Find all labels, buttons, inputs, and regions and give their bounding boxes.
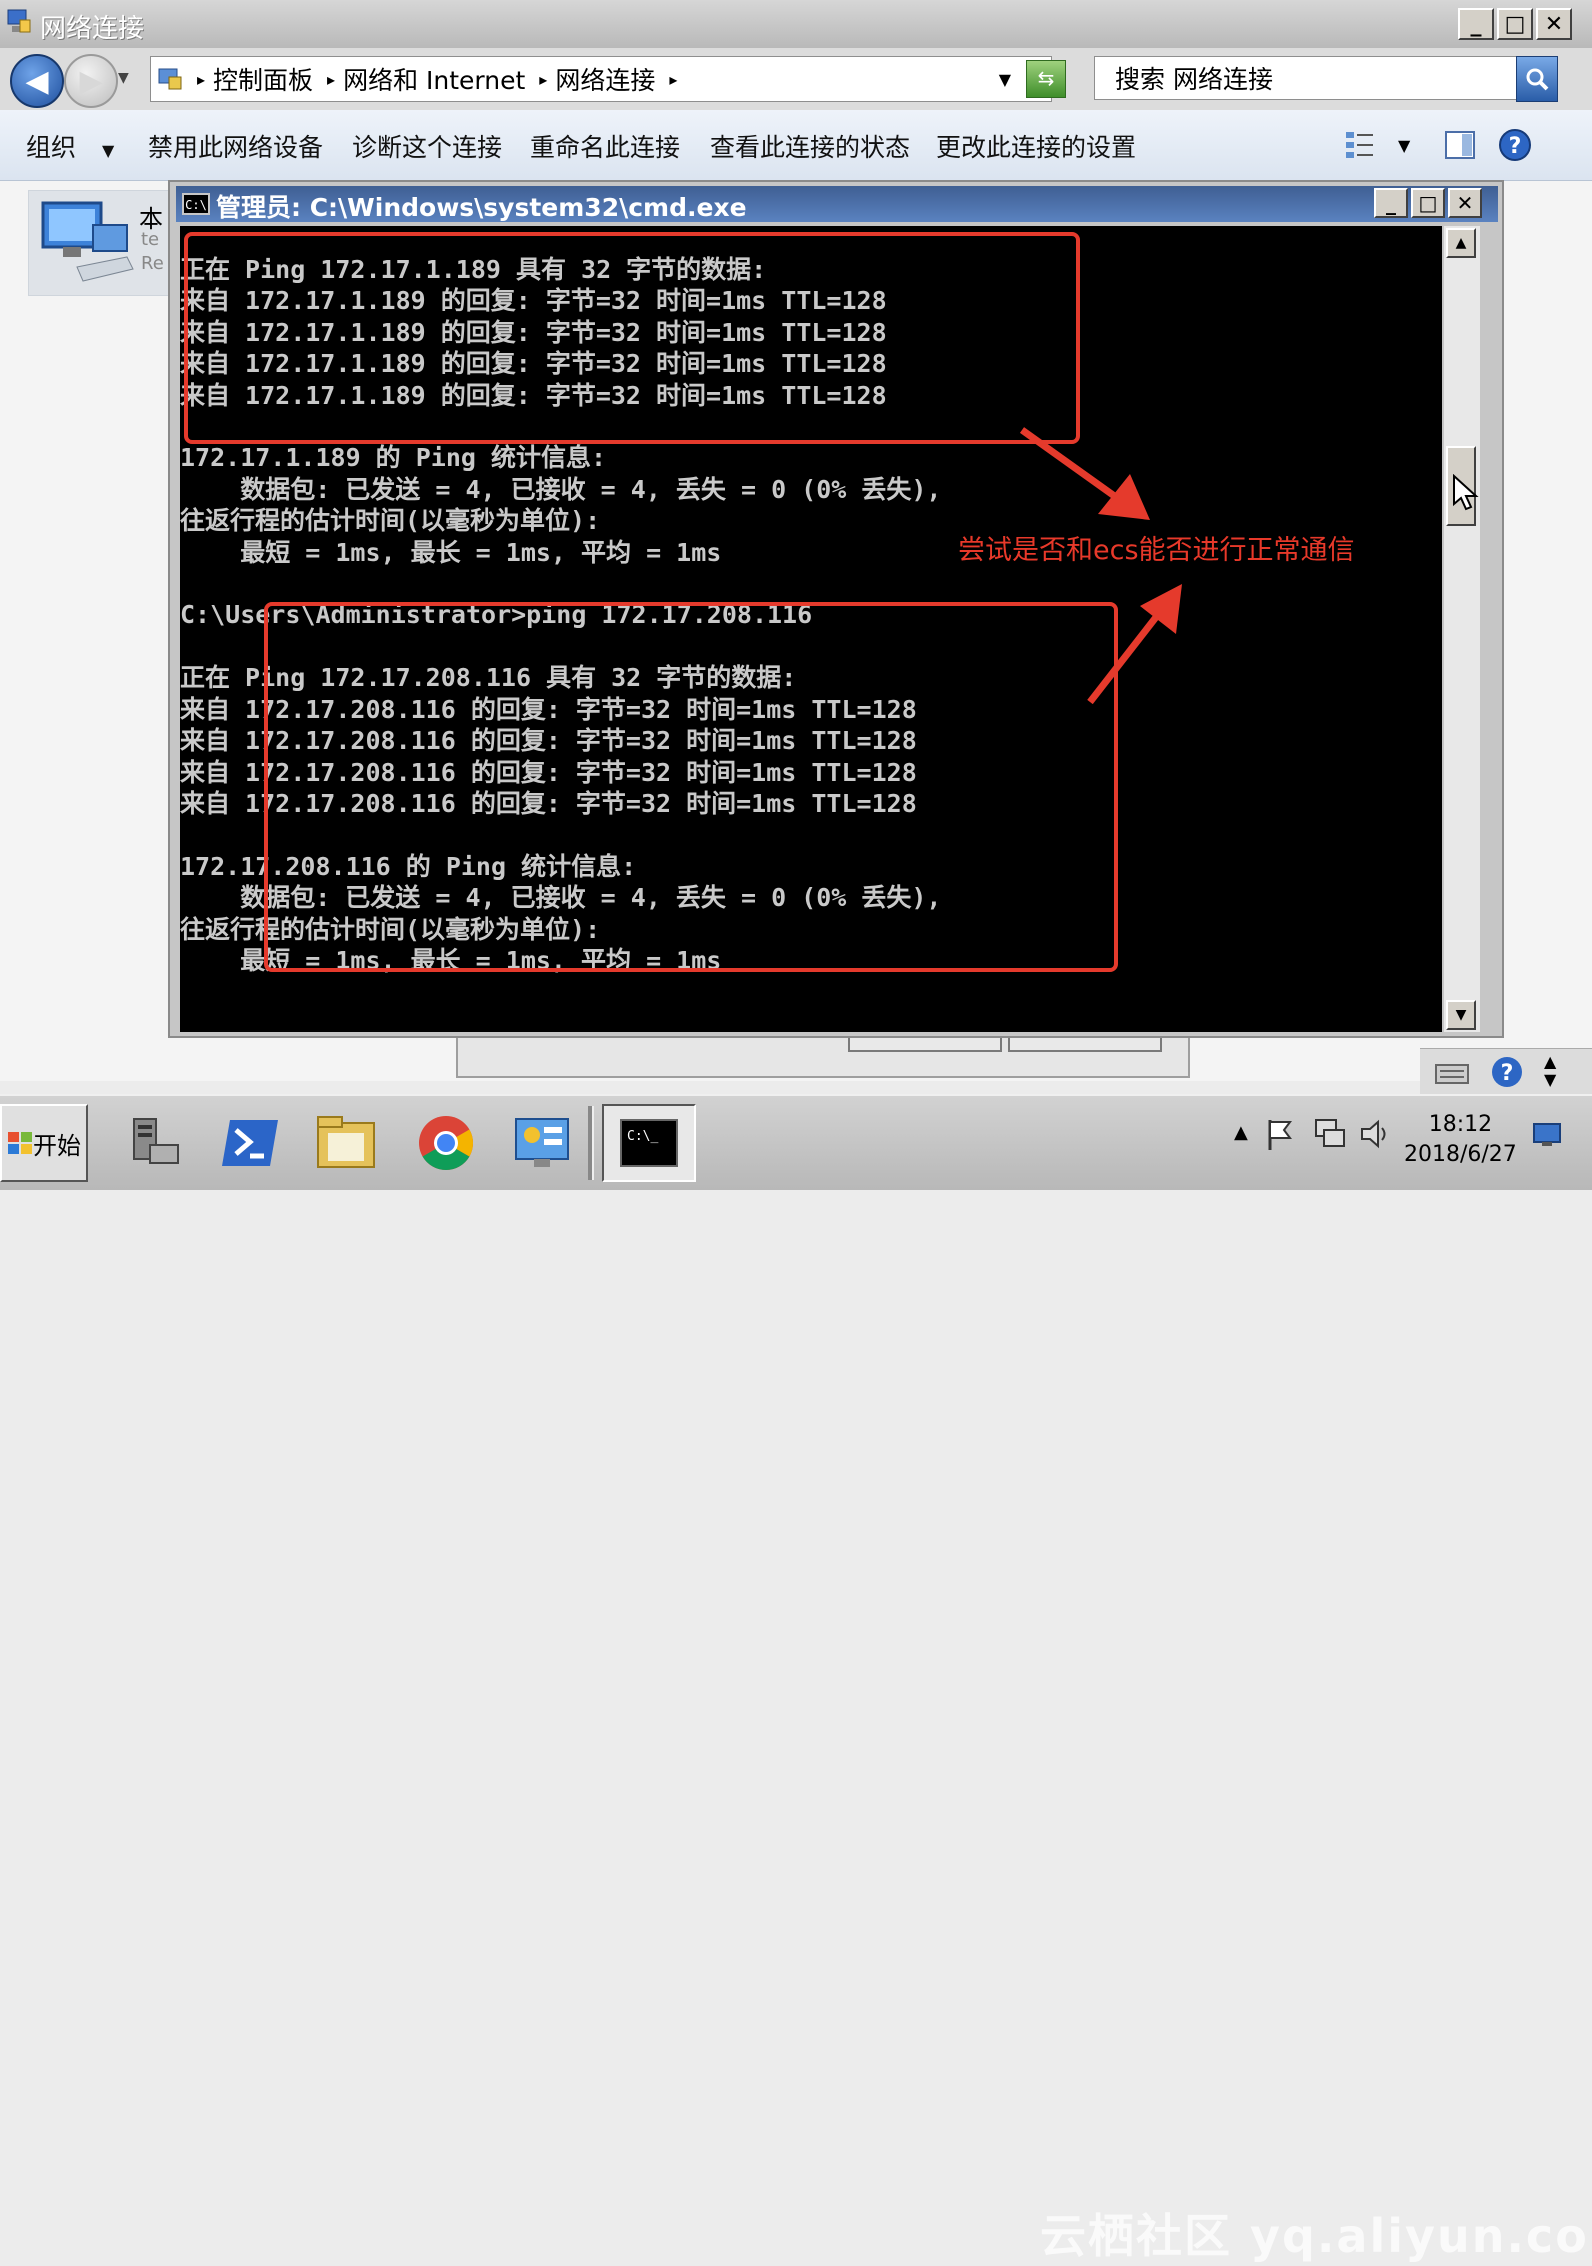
cmd-maximize-button[interactable]: □ [1411,188,1445,218]
explorer-window-title: 网络连接 [40,14,145,44]
maximize-button[interactable]: □ [1497,8,1533,40]
chrome-icon [419,1116,474,1170]
explorer-titlebar: 网络连接 _ □ ✕ [0,0,1592,49]
address-bar-row: ◀ ▶ ▼ ▸ 控制面板 ▸ 网络和 Internet ▸ 网络连接 ▸ ▼ ⇆… [0,48,1592,110]
taskbar-explorer[interactable] [304,1104,388,1182]
control-panel-icon [515,1118,569,1167]
control-panel-icon [158,68,182,90]
back-button[interactable]: ◀ [10,54,64,108]
search-icon [1526,68,1549,91]
taskbar: 开始 C:\_ 云栖社区 yq.aliyun.com ▲ [0,1094,1592,2263]
system-clock[interactable]: 18:12 2018/6/27 [1404,1110,1517,1170]
change-settings-button[interactable]: 更改此连接的设置 [936,128,1136,164]
cmd-window-controls: _ □ ✕ [1374,188,1482,218]
help-icon[interactable]: ? [1490,1055,1524,1089]
arrow-down-icon: ▼ [1455,1007,1467,1023]
scroll-up-button[interactable]: ▲ [1446,228,1476,258]
cmd-app-icon: C:\ [182,193,210,215]
network-adapter-item[interactable]: 本 te Re [28,190,190,296]
show-desktop-icon[interactable] [1532,1122,1562,1148]
minimize-button[interactable]: _ [1458,8,1494,40]
command-bar: 组织 ▼ 禁用此网络设备 诊断这个连接 重命名此连接 查看此连接的状态 更改此连… [0,110,1592,181]
chevron-down-icon: ▼ [101,141,115,160]
server-manager-icon [133,1118,179,1164]
cmd-titlebar: C:\ 管理员: C:\Windows\system32\cmd.exe _ □… [176,186,1498,222]
mouse-cursor-icon [1453,474,1479,511]
search-input[interactable]: 搜索 网络连接 [1094,56,1534,100]
taskbar-control-panel[interactable] [500,1104,584,1182]
console-line: 数据包: 已发送 = 4, 已接收 = 4, 丢失 = 0 (0% 丢失), [180,474,942,504]
breadcrumb-arrow-icon[interactable]: ▸ [539,70,547,89]
annotation-text: 尝试是否和ecs能否进行正常通信 [958,535,1355,566]
view-options-icon[interactable] [1344,130,1378,160]
network-tray-icon[interactable] [1312,1116,1346,1152]
highlight-box-second-ping [264,602,1118,972]
show-hidden-icons-icon[interactable]: ▲ [1234,1122,1248,1143]
forward-arrow-icon: ▶ [79,63,103,99]
network-connections-icon [7,9,31,33]
console-scrollbar[interactable]: ▲ ▼ [1444,226,1480,1032]
clock-time: 18:12 [1428,1112,1493,1137]
breadcrumb-network-internet[interactable]: 网络和 Internet [343,61,525,97]
arrow-up-icon: ▲ [1455,235,1467,251]
explorer-window-controls: _ □ ✕ [1458,8,1572,40]
explorer-icon [317,1116,375,1168]
cmd-window-title: 管理员: C:\Windows\system32\cmd.exe [216,193,747,222]
taskbar-chrome[interactable] [404,1104,488,1182]
preview-pane-icon[interactable] [1444,130,1476,160]
tray-arrows-icon[interactable]: ▲ ▼ [1544,1053,1556,1089]
cmd-icon: C:\_ [620,1119,678,1167]
breadcrumb-arrow-icon[interactable]: ▸ [669,70,677,89]
address-input[interactable]: ▸ 控制面板 ▸ 网络和 Internet ▸ 网络连接 ▸ ▼ [150,56,1052,102]
taskbar-cmd[interactable]: C:\_ [602,1104,696,1182]
organize-menu[interactable]: 组织 ▼ [26,128,114,164]
svg-text:C:\_: C:\_ [627,1129,658,1144]
watermark-text: 云栖社区 yq.aliyun.com [1040,2209,1592,2263]
history-dropdown-icon[interactable]: ▼ [118,70,129,86]
volume-icon[interactable] [1360,1118,1392,1150]
back-arrow-icon: ◀ [25,63,49,99]
breadcrumb-control-panel[interactable]: 控制面板 [213,61,313,97]
forward-button[interactable]: ▶ [64,54,118,108]
adapter-network: te [141,229,160,250]
search-button[interactable] [1516,56,1558,102]
clock-date: 2018/6/27 [1404,1142,1517,1167]
refresh-button[interactable]: ⇆ [1026,60,1066,98]
scroll-down-button[interactable]: ▼ [1446,1000,1476,1030]
rename-connection-button[interactable]: 重命名此连接 [530,128,680,164]
keyboard-icon[interactable] [1434,1059,1470,1087]
start-label: 开始 [33,1131,81,1160]
network-adapter-icon [41,201,134,282]
powershell-icon [222,1120,278,1166]
help-icon[interactable]: ? [1498,128,1532,162]
svg-text:?: ? [1501,1061,1514,1086]
view-status-button[interactable]: 查看此连接的状态 [710,128,910,164]
tray-top-strip: ? ▲ ▼ [1420,1048,1592,1095]
breadcrumb-arrow-icon[interactable]: ▸ [197,70,205,89]
organize-label: 组织 [26,133,77,162]
address-dropdown-icon[interactable]: ▼ [999,70,1011,89]
cmd-minimize-button[interactable]: _ [1374,188,1408,218]
breadcrumb-network-connections[interactable]: 网络连接 [555,61,655,97]
taskbar-powershell[interactable] [208,1104,292,1182]
refresh-icon: ⇆ [1037,66,1055,90]
view-dropdown-icon[interactable]: ▼ [1398,136,1410,155]
disable-device-button[interactable]: 禁用此网络设备 [148,128,323,164]
console-line: 最短 = 1ms, 最长 = 1ms, 平均 = 1ms [180,537,722,567]
taskbar-server-manager[interactable] [112,1104,196,1182]
taskbar-separator [588,1106,594,1180]
close-button[interactable]: ✕ [1536,8,1572,40]
console-line: 172.17.1.189 的 Ping 统计信息: [180,443,607,473]
cmd-close-button[interactable]: ✕ [1448,188,1482,218]
breadcrumb-arrow-icon[interactable]: ▸ [327,70,335,89]
svg-text:?: ? [1509,134,1522,159]
windows-logo-icon [8,1132,32,1154]
highlight-box-first-ping [184,232,1080,444]
start-button[interactable]: 开始 [0,1104,88,1182]
diagnose-connection-button[interactable]: 诊断这个连接 [352,128,502,164]
console-line: 往返行程的估计时间(以毫秒为单位): [180,506,601,536]
adapter-device: Re [141,253,164,274]
action-center-flag-icon[interactable] [1266,1118,1294,1152]
